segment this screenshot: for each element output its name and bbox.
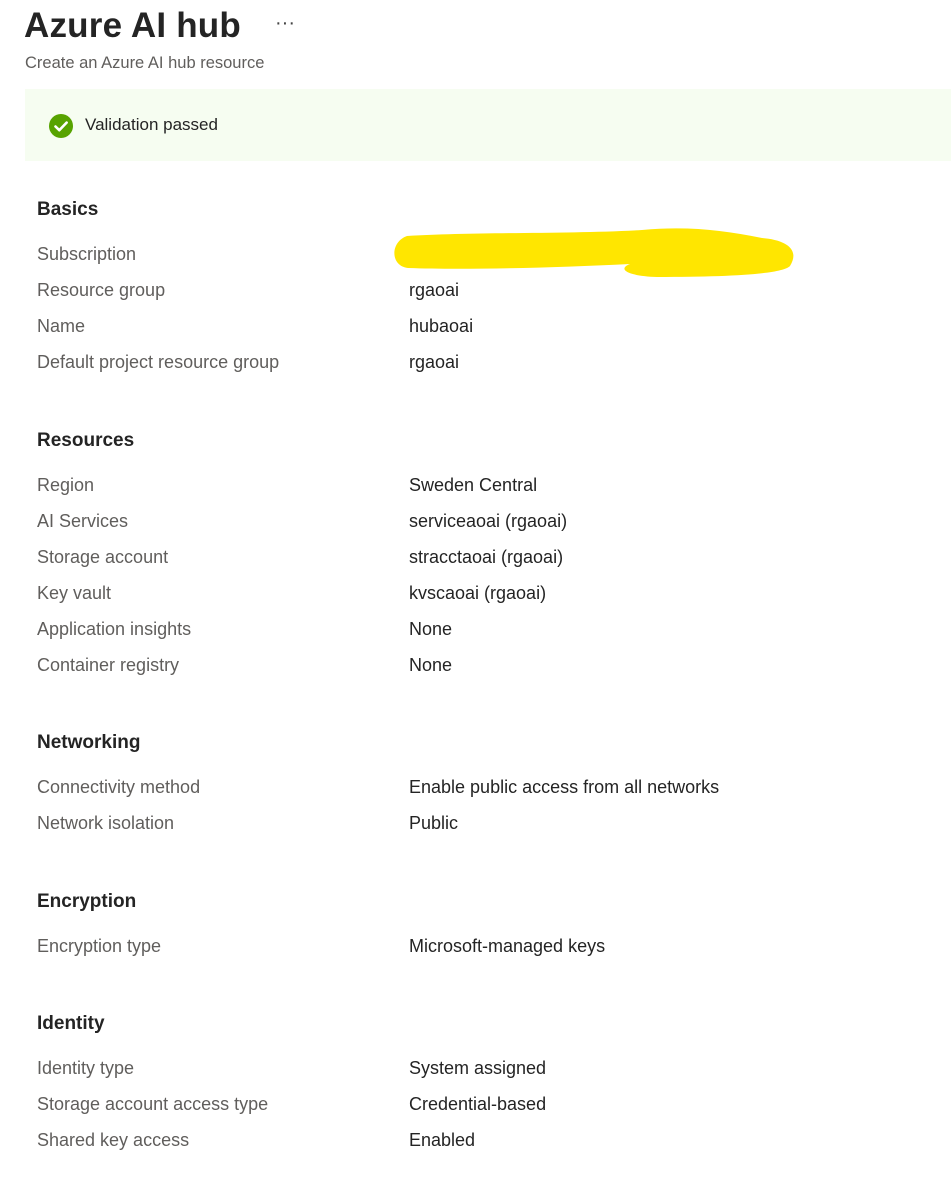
label-container-registry: Container registry — [37, 655, 180, 675]
label-default-project-resource-group: Default project resource group — [37, 352, 280, 372]
label-name: Name — [37, 316, 86, 336]
page-subtitle: Create an Azure AI hub resource — [25, 54, 265, 72]
value-container-registry: None — [409, 655, 453, 675]
section-title-basics: Basics — [37, 199, 99, 220]
value-network-isolation: Public — [409, 813, 459, 833]
value-storage-account-access-type: Credential-based — [409, 1094, 547, 1114]
label-storage-account-access-type: Storage account access type — [37, 1094, 269, 1114]
redaction-mark — [394, 228, 794, 277]
value-identity-type: System assigned — [409, 1058, 547, 1078]
label-storage-account: Storage account — [37, 547, 169, 567]
value-resource-group: rgaoai — [409, 280, 460, 300]
validation-banner: Validation passed — [25, 89, 951, 161]
value-storage-account: stracctaoai (rgaoai) — [409, 547, 564, 567]
checkmark-circle-icon — [49, 114, 73, 138]
value-connectivity-method: Enable public access from all networks — [409, 777, 720, 797]
label-key-vault: Key vault — [37, 583, 112, 603]
label-application-insights: Application insights — [37, 619, 192, 639]
value-application-insights: None — [409, 619, 453, 639]
value-region: Sweden Central — [409, 475, 538, 495]
label-shared-key-access: Shared key access — [37, 1130, 190, 1150]
section-title-encryption: Encryption — [37, 891, 137, 912]
label-resource-group: Resource group — [37, 280, 166, 300]
section-title-resources: Resources — [37, 430, 135, 451]
section-title-networking: Networking — [37, 732, 141, 753]
value-shared-key-access: Enabled — [409, 1130, 476, 1150]
label-ai-services: AI Services — [37, 511, 129, 531]
label-encryption-type: Encryption type — [37, 936, 162, 956]
label-network-isolation: Network isolation — [37, 813, 175, 833]
value-key-vault: kvscaoai (rgaoai) — [409, 583, 547, 603]
label-identity-type: Identity type — [37, 1058, 135, 1078]
more-options-button[interactable]: ··· — [275, 12, 295, 35]
label-connectivity-method: Connectivity method — [37, 777, 201, 797]
validation-message: Validation passed — [85, 115, 218, 134]
label-region: Region — [37, 475, 95, 495]
value-name: hubaoai — [409, 316, 474, 336]
section-title-identity: Identity — [37, 1013, 105, 1034]
value-default-project-resource-group: rgaoai — [409, 352, 460, 372]
page-title: Azure AI hub — [24, 6, 241, 45]
value-ai-services: serviceaoai (rgaoai) — [409, 511, 568, 531]
value-encryption-type: Microsoft-managed keys — [409, 936, 606, 956]
label-subscription: Subscription — [37, 244, 137, 264]
